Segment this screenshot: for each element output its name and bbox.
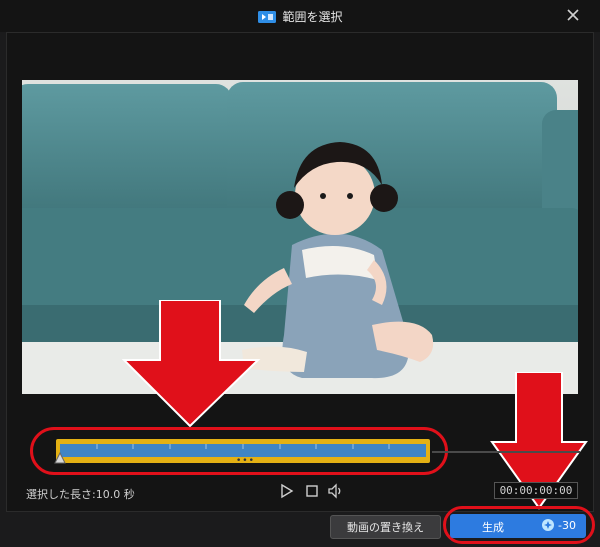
generate-label: 生成	[482, 521, 504, 534]
timeline-playhead-handle[interactable]	[54, 452, 66, 464]
window-title: 範囲を選択	[282, 10, 343, 24]
credit-cost: -30	[541, 518, 576, 532]
credit-cost-value: -30	[558, 518, 576, 532]
generate-button[interactable]: 生成 -30	[450, 514, 586, 538]
video-preview[interactable]	[22, 80, 578, 394]
selection-grip[interactable]: •••	[236, 456, 255, 466]
volume-icon[interactable]	[326, 481, 346, 501]
title-group: 範囲を選択	[0, 8, 600, 25]
selected-length-label: 選択した長さ:10.0 秒	[26, 488, 135, 501]
video-frame-image	[22, 80, 578, 394]
timeline-track[interactable]	[432, 451, 580, 453]
title-bar: 範囲を選択	[0, 0, 600, 32]
play-icon[interactable]	[276, 481, 296, 501]
app-logo-icon	[258, 10, 277, 23]
close-icon[interactable]	[564, 6, 582, 24]
replace-video-label: 動画の置き換え	[347, 521, 424, 534]
credit-icon	[542, 519, 555, 531]
replace-video-button[interactable]: 動画の置き換え	[330, 515, 441, 539]
timecode-value: 00:00:00:00	[499, 484, 573, 497]
stop-icon[interactable]	[302, 481, 322, 501]
timecode-display: 00:00:00:00	[494, 482, 578, 499]
